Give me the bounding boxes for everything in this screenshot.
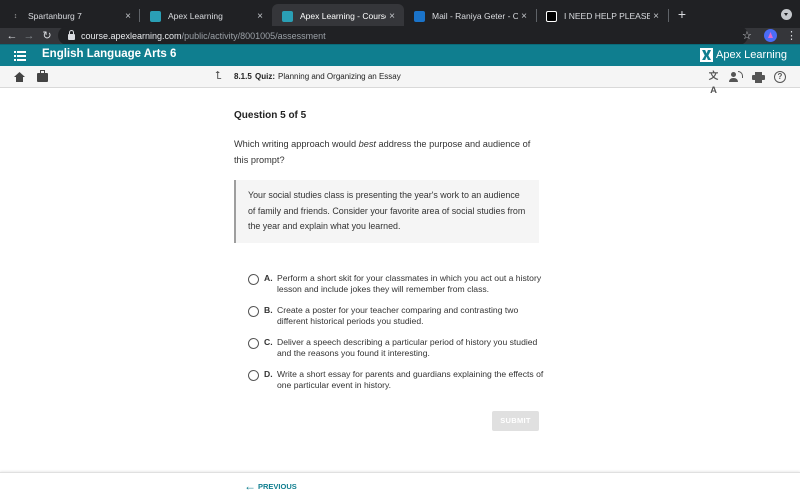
- radio-button[interactable]: [248, 338, 259, 349]
- lock-icon: [68, 29, 75, 40]
- browser-tab[interactable]: I NEED HELP PLEASE HURRY - ×: [536, 4, 668, 28]
- writing-prompt: Your social studies class is presenting …: [234, 180, 539, 243]
- course-title: English Language Arts 6: [42, 48, 177, 60]
- new-tab-button[interactable]: +: [674, 6, 690, 22]
- previous-label: PREVIOUS: [258, 481, 297, 491]
- close-tab-icon[interactable]: ×: [254, 11, 266, 22]
- close-tab-icon[interactable]: ×: [650, 11, 662, 22]
- menu-list-icon[interactable]: [14, 51, 26, 61]
- close-tab-icon[interactable]: ×: [122, 11, 134, 22]
- url-domain: course.apexlearning.com: [81, 30, 182, 41]
- tab-divider: [668, 9, 669, 22]
- text-to-speech-icon[interactable]: [729, 70, 743, 84]
- question-text: Which writing approach would best addres…: [234, 136, 544, 168]
- close-tab-icon[interactable]: ×: [386, 11, 398, 22]
- tab-title: Apex Learning - Courses: [300, 11, 386, 21]
- browser-tab-active[interactable]: Apex Learning - Courses ×: [272, 4, 404, 28]
- bookmark-star-icon[interactable]: ☆: [742, 28, 752, 44]
- option-text[interactable]: Deliver a speech describing a particular…: [277, 337, 547, 358]
- spartanburg-favicon-icon: ↕: [13, 12, 18, 20]
- url-path: /public/activity/8001005/assessment: [181, 30, 326, 41]
- translate-icon[interactable]: 文A: [706, 70, 720, 96]
- radio-button[interactable]: [248, 370, 259, 381]
- home-icon[interactable]: [14, 72, 25, 82]
- option-letter: D.: [264, 369, 273, 379]
- answer-option-b[interactable]: B. Create a poster for your teacher comp…: [248, 304, 548, 332]
- answer-option-c[interactable]: C. Deliver a speech describing a particu…: [248, 336, 548, 364]
- activity-number: 8.1.5: [234, 72, 252, 81]
- option-letter: B.: [264, 305, 273, 315]
- browser-menu-icon[interactable]: ⋮: [786, 28, 797, 44]
- question-emphasis: best: [358, 139, 376, 149]
- option-text[interactable]: Create a poster for your teacher compari…: [277, 305, 547, 326]
- option-letter: A.: [264, 273, 273, 283]
- apex-favicon-icon: [282, 10, 293, 22]
- browser-tab[interactable]: ↕ Spartanburg 7 ×: [0, 4, 140, 28]
- outlook-favicon-icon: [414, 10, 425, 22]
- close-tab-icon[interactable]: ×: [518, 11, 530, 22]
- tab-search-icon[interactable]: [781, 9, 792, 20]
- back-to-course-icon[interactable]: ⮤: [215, 70, 225, 82]
- option-letter: C.: [264, 337, 273, 347]
- question-number: Question 5 of 5: [234, 110, 307, 121]
- radio-button[interactable]: [248, 306, 259, 317]
- submit-button[interactable]: SUBMIT: [492, 411, 539, 431]
- radio-button[interactable]: [248, 274, 259, 285]
- print-icon[interactable]: [752, 70, 766, 84]
- tab-title: Mail - Raniya Geter - Outlook: [432, 11, 518, 21]
- question-text-part: Which writing approach would: [234, 139, 359, 149]
- course-header: English Language Arts 6 Apex Learning: [0, 44, 800, 66]
- browser-tab[interactable]: Apex Learning ×: [140, 4, 272, 28]
- url-text: course.apexlearning.com/public/activity/…: [81, 31, 326, 41]
- footer-nav: ← PREVIOUS: [0, 472, 800, 500]
- help-icon[interactable]: ?: [774, 71, 786, 83]
- browser-tab[interactable]: Mail - Raniya Geter - Outlook ×: [404, 4, 536, 28]
- apex-learning-logo: Apex Learning: [700, 48, 787, 62]
- answer-option-d[interactable]: D. Write a short essay for parents and g…: [248, 368, 548, 396]
- forward-button[interactable]: →: [22, 28, 36, 44]
- briefcase-icon[interactable]: [37, 70, 48, 82]
- tab-title: Apex Learning: [168, 11, 223, 21]
- activity-toolbar: ⮤ 8.1.5 Quiz: Planning and Organizing an…: [0, 66, 800, 96]
- activity-type: Quiz:: [255, 72, 275, 81]
- tab-title: Spartanburg 7: [28, 11, 82, 21]
- tab-title: I NEED HELP PLEASE HURRY -: [564, 11, 650, 21]
- option-text[interactable]: Perform a short skit for your classmates…: [277, 273, 547, 294]
- apex-logo-icon: [700, 48, 714, 62]
- browser-toolbar: ← → ↻ course.apexlearning.com/public/act…: [0, 26, 800, 45]
- profile-avatar[interactable]: [764, 29, 777, 42]
- address-bar[interactable]: course.apexlearning.com/public/activity/…: [58, 26, 748, 45]
- apex-favicon-icon: [150, 10, 161, 22]
- option-text[interactable]: Write a short essay for parents and guar…: [277, 369, 547, 390]
- activity-title: Planning and Organizing an Essay: [278, 72, 401, 81]
- back-button[interactable]: ←: [5, 28, 19, 44]
- browser-tab-bar: ↕ Spartanburg 7 × Apex Learning × Apex L…: [0, 0, 800, 28]
- brand-name: Apex Learning: [716, 49, 787, 61]
- answer-option-a[interactable]: A. Perform a short skit for your classma…: [248, 272, 548, 300]
- brainly-favicon-icon: [546, 10, 557, 22]
- previous-button[interactable]: ← PREVIOUS: [244, 479, 297, 493]
- arrow-left-icon: ←: [244, 479, 256, 493]
- reload-button[interactable]: ↻: [40, 28, 54, 44]
